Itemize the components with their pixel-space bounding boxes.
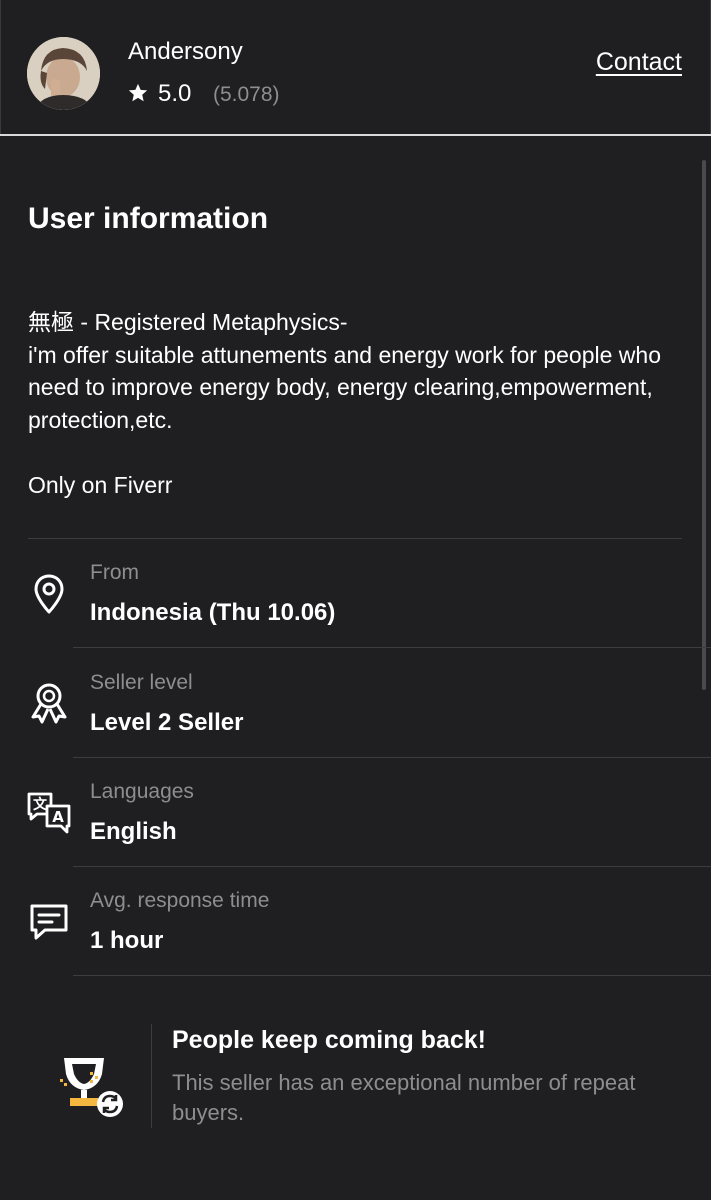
response-time-label: Avg. response time (90, 889, 270, 912)
award-badge-icon (31, 683, 67, 724)
seller-header: Andersony 5.0 (5.078) Contact (0, 0, 711, 136)
response-time-value: 1 hour (90, 927, 164, 954)
divider (73, 647, 711, 648)
scrollbar[interactable] (702, 160, 706, 690)
section-title: User information (28, 202, 269, 235)
trophy-repeat-icon (60, 1058, 123, 1117)
divider (73, 975, 711, 976)
svg-text:A: A (52, 808, 64, 826)
promo-text: This seller has an exceptional number of… (172, 1070, 636, 1125)
seller-bio: 無極 - Registered Metaphysics- i'm offer s… (28, 309, 661, 498)
chat-bubble-icon (30, 904, 68, 940)
seller-name[interactable]: Andersony (128, 38, 243, 66)
header-divider (0, 134, 711, 136)
divider (73, 757, 711, 758)
promo-title: People keep coming back! (172, 1026, 486, 1054)
star-icon (128, 83, 148, 102)
from-label: From (90, 561, 139, 584)
languages-value: English (90, 818, 177, 845)
location-pin-icon (34, 574, 64, 614)
rating-score: 5.0 (158, 80, 192, 107)
from-value: Indonesia (Thu 10.06) (90, 599, 336, 626)
divider (28, 538, 682, 539)
seller-level-label: Seller level (90, 671, 193, 694)
seller-level-value: Level 2 Seller (90, 709, 244, 736)
promo-divider (151, 1024, 152, 1128)
contact-button[interactable]: Contact (596, 48, 682, 77)
languages-label: Languages (90, 780, 194, 803)
avatar[interactable] (27, 37, 100, 110)
rating-count: (5.078) (213, 83, 280, 106)
divider (73, 866, 711, 867)
translate-icon: 文 A (27, 792, 71, 834)
card-edge (0, 0, 1, 135)
